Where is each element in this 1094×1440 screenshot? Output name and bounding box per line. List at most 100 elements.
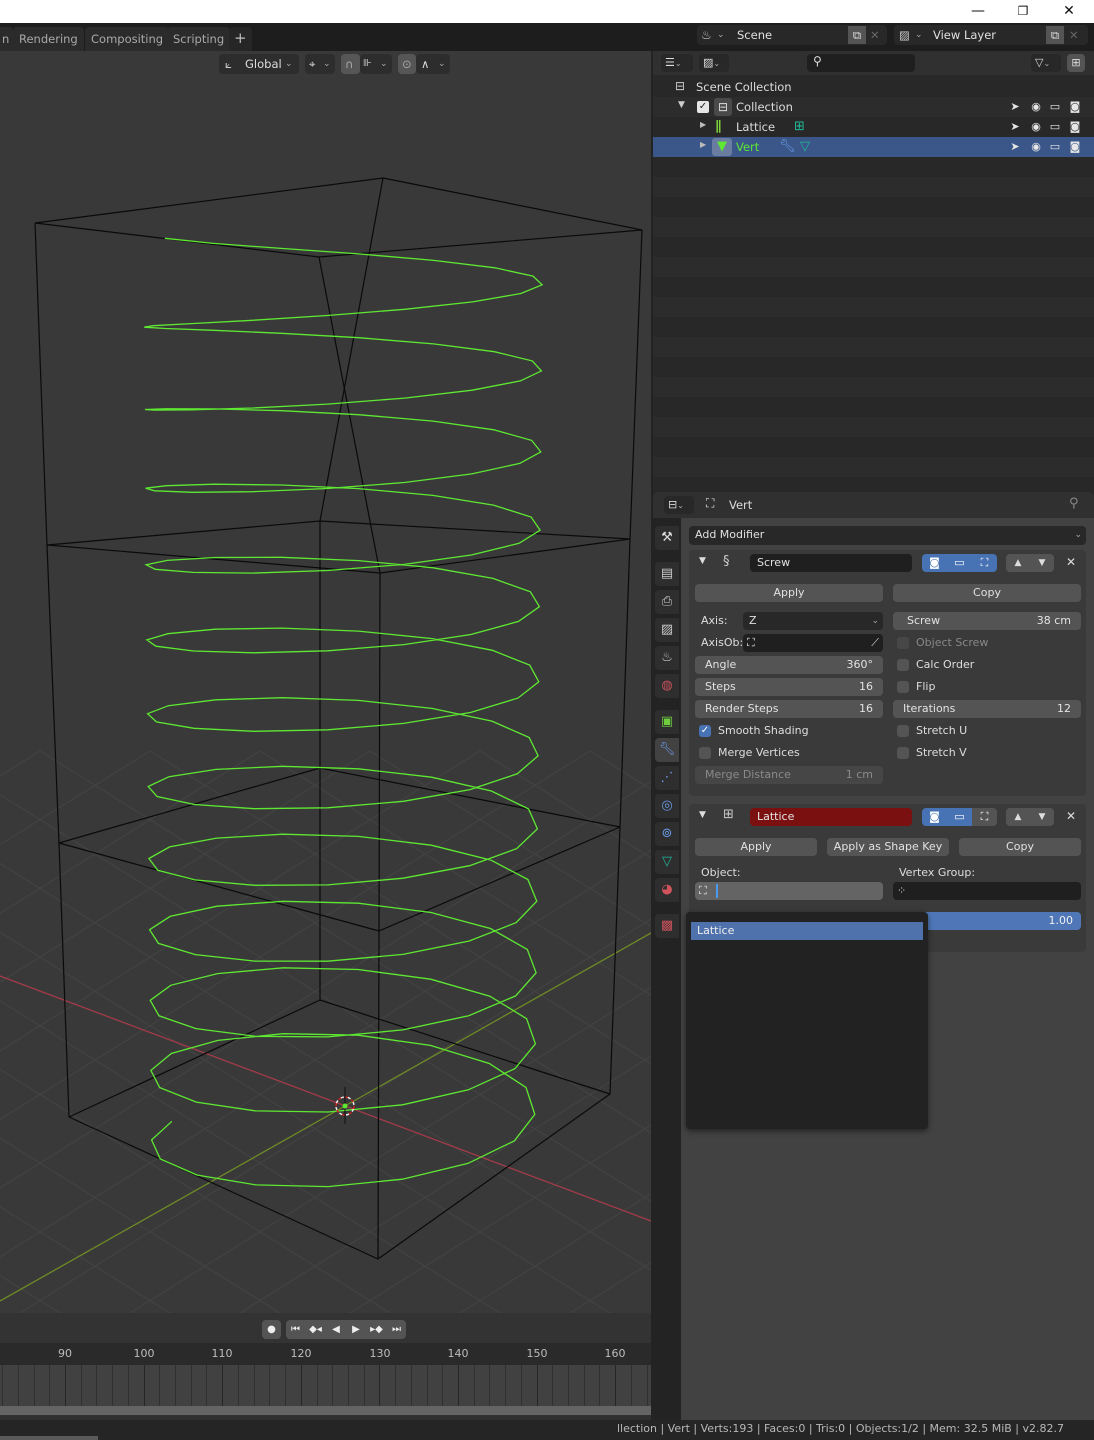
- outliner-row-collection[interactable]: ▼ ✓ ⊟ Collection ➤ ◉ ▭ ◙: [653, 97, 1094, 117]
- prev-keyframe-button[interactable]: ◆◂: [305, 1320, 326, 1339]
- new-view-layer-icon[interactable]: ⧉: [1046, 26, 1064, 44]
- wrench-modifier-icon[interactable]: 🔧︎: [779, 139, 796, 154]
- tab-data[interactable]: ▽: [655, 850, 679, 874]
- new-scene-icon[interactable]: ⧉: [848, 26, 866, 44]
- timeline-editor[interactable]: ● ⏮ ◆◂ ◀ ▶ ▸◆ ⏭ 90 100 110 120 130 140 1…: [0, 1313, 651, 1420]
- camera-icon[interactable]: ◙: [1067, 139, 1083, 155]
- expand-triangle-icon[interactable]: ▶: [700, 140, 706, 149]
- editor-type-dropdown[interactable]: ☰⌄: [661, 54, 693, 72]
- play-reverse-button[interactable]: ◀: [326, 1320, 346, 1339]
- tab-workspace-partial[interactable]: n: [0, 27, 14, 51]
- render-toggle[interactable]: ◙: [922, 808, 947, 826]
- pin-icon[interactable]: ⚲: [1069, 496, 1079, 511]
- add-workspace-button[interactable]: +: [229, 27, 252, 51]
- delete-view-layer-icon[interactable]: ✕: [1069, 25, 1079, 45]
- proportional-falloff-dropdown[interactable]: ∧ ⌄: [416, 54, 450, 74]
- steps-field[interactable]: Steps 16: [695, 678, 883, 696]
- next-keyframe-button[interactable]: ▸◆: [366, 1320, 387, 1339]
- jump-end-button[interactable]: ⏭: [387, 1320, 406, 1339]
- vertex-group-field[interactable]: ⁘: [893, 882, 1081, 900]
- calc-order-checkbox[interactable]: [897, 659, 909, 671]
- jump-start-button[interactable]: ⏮: [286, 1320, 305, 1339]
- delete-scene-icon[interactable]: ✕: [870, 25, 880, 45]
- tab-material[interactable]: ◕: [655, 878, 679, 902]
- lattice-object-field[interactable]: ⛶: [695, 882, 883, 900]
- tab-texture[interactable]: ▩: [655, 914, 679, 938]
- tab-object[interactable]: ▣: [655, 710, 679, 734]
- lattice-apply-button[interactable]: Apply: [695, 838, 817, 856]
- eyedropper-icon[interactable]: ⟋: [871, 634, 879, 652]
- minimize-button[interactable]: —: [955, 0, 1001, 22]
- render-steps-field[interactable]: Render Steps 16: [695, 700, 883, 718]
- restore-button[interactable]: ❐: [1000, 0, 1046, 22]
- eye-icon[interactable]: ◉: [1028, 139, 1044, 155]
- mesh-data-icon[interactable]: ▽: [800, 139, 810, 154]
- editmode-toggle[interactable]: ⛶: [972, 554, 997, 572]
- tab-modifiers[interactable]: 🔧︎: [655, 738, 679, 762]
- play-button[interactable]: ▶: [346, 1320, 366, 1339]
- move-up-button[interactable]: ▲: [1006, 554, 1030, 572]
- lattice-name-field[interactable]: Lattice: [750, 808, 912, 826]
- outliner-row-vert[interactable]: ▶ ▼ Vert 🔧︎ ▽ ➤ ◉ ▭ ◙: [653, 137, 1094, 157]
- selectable-arrow-icon[interactable]: ➤: [1007, 99, 1023, 115]
- axis-object-field[interactable]: ⛶ ⟋: [743, 634, 883, 652]
- angle-field[interactable]: Angle 360°: [695, 656, 883, 674]
- smooth-shading-checkbox[interactable]: ✓: [699, 725, 711, 737]
- merge-vertices-checkbox[interactable]: [699, 747, 711, 759]
- move-down-button[interactable]: ▼: [1030, 808, 1054, 826]
- outliner-search-input[interactable]: ⚲: [807, 54, 915, 72]
- eye-icon[interactable]: ◉: [1028, 99, 1044, 115]
- tab-scripting[interactable]: Scripting: [167, 27, 231, 51]
- viewport-toggle[interactable]: ▭: [947, 554, 972, 572]
- tab-particles[interactable]: ⋰: [655, 766, 679, 790]
- tab-world[interactable]: ◍: [655, 674, 679, 698]
- expand-triangle-icon[interactable]: ▼: [678, 100, 685, 110]
- tab-tool[interactable]: ⚒: [655, 526, 679, 550]
- exclude-checkbox[interactable]: ✓: [697, 101, 709, 113]
- viewport-toggle[interactable]: ▭: [947, 808, 972, 826]
- iterations-field[interactable]: Iterations 12: [893, 700, 1081, 718]
- add-modifier-dropdown[interactable]: Add Modifier ⌄: [689, 526, 1086, 545]
- snap-toggle[interactable]: ∩: [341, 54, 360, 74]
- monitor-icon[interactable]: ▭: [1047, 119, 1063, 135]
- selectable-arrow-icon[interactable]: ➤: [1007, 139, 1023, 155]
- selectable-arrow-icon[interactable]: ➤: [1007, 119, 1023, 135]
- timeline-body[interactable]: [0, 1365, 651, 1410]
- tab-constraints[interactable]: ⊚: [655, 822, 679, 846]
- render-toggle[interactable]: ◙: [922, 554, 947, 572]
- monitor-icon[interactable]: ▭: [1047, 139, 1063, 155]
- timeline-scrollbar[interactable]: [0, 1406, 651, 1415]
- record-button[interactable]: ●: [262, 1320, 281, 1339]
- tab-view-layer[interactable]: ▨: [655, 618, 679, 642]
- frame-ruler[interactable]: 90 100 110 120 130 140 150 160: [0, 1343, 651, 1365]
- remove-modifier-icon[interactable]: ✕: [1066, 809, 1076, 823]
- monitor-icon[interactable]: ▭: [1047, 99, 1063, 115]
- editor-type-dropdown[interactable]: ⊟⌄: [664, 496, 694, 514]
- view-layer-selector[interactable]: ▨ ⌄ View Layer ⧉ ✕: [894, 25, 1088, 45]
- move-up-button[interactable]: ▲: [1006, 808, 1030, 826]
- pivot-point-dropdown[interactable]: ⌖ ⌄: [305, 54, 335, 74]
- viewport-canvas[interactable]: [0, 51, 651, 1313]
- dropdown-item-lattice[interactable]: Lattice: [691, 922, 923, 940]
- stretch-v-checkbox[interactable]: [897, 747, 909, 759]
- editmode-toggle[interactable]: ⛶: [972, 808, 997, 826]
- tab-compositing[interactable]: Compositing: [85, 27, 170, 51]
- tab-rendering[interactable]: Rendering: [13, 27, 84, 51]
- axis-dropdown[interactable]: Z ⌄: [743, 612, 883, 630]
- tab-scene[interactable]: ♨: [655, 646, 679, 670]
- snap-element-dropdown[interactable]: ⊪ ⌄: [360, 54, 392, 74]
- 3d-viewport[interactable]: ⟀ Global ⌄ ⌖ ⌄ ∩ ⊪ ⌄ ⊙ ∧ ⌄: [0, 51, 651, 1313]
- stretch-u-checkbox[interactable]: [897, 725, 909, 737]
- proportional-edit-toggle[interactable]: ⊙: [398, 54, 416, 74]
- scene-selector[interactable]: ♨ ⌄ Scene ⧉ ✕: [697, 25, 887, 45]
- screw-copy-button[interactable]: Copy: [893, 584, 1081, 602]
- transform-orientation-dropdown[interactable]: ⟀ Global ⌄: [219, 54, 299, 74]
- object-screw-checkbox[interactable]: [897, 637, 909, 649]
- outliner-row-lattice[interactable]: ▶ ∥ Lattice ⊞ ➤ ◉ ▭ ◙: [653, 117, 1094, 137]
- tab-output[interactable]: ⎙: [655, 590, 679, 614]
- eye-icon[interactable]: ◉: [1028, 119, 1044, 135]
- merge-distance-field[interactable]: Merge Distance 1 cm: [695, 766, 883, 784]
- collapse-triangle-icon[interactable]: ▼: [699, 810, 706, 820]
- filter-dropdown[interactable]: ▽⌄: [1031, 54, 1061, 72]
- collapse-triangle-icon[interactable]: ▼: [699, 556, 706, 566]
